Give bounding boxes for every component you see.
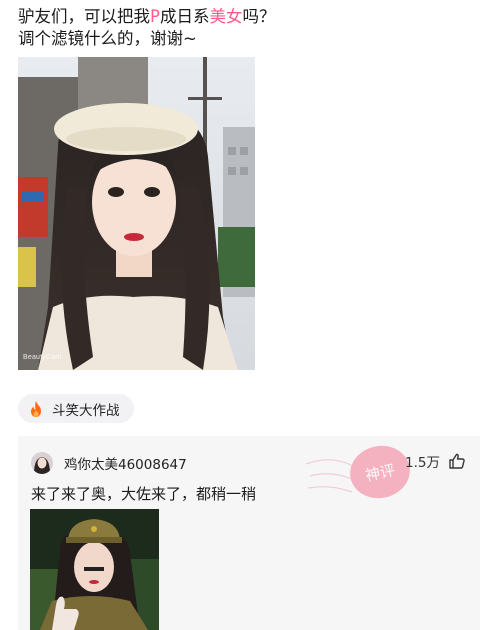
comment-username[interactable]: 鸡你太美46008647	[64, 453, 187, 473]
avatar[interactable]	[31, 452, 53, 474]
post-highlight-girl: 美女	[209, 7, 243, 26]
post-photo[interactable]: BeautyCam	[18, 57, 255, 370]
thumbs-up-icon[interactable]	[448, 452, 466, 470]
god-comment-badge: 神评	[305, 445, 410, 499]
post-text: 驴友们，可以把我P成日系美女吗？ 调个滤镜什么的，谢谢~	[18, 6, 488, 50]
post-text-segment: 成日系	[159, 7, 210, 26]
comment-likes: 1.5万	[405, 451, 466, 471]
comment-photo[interactable]	[30, 509, 159, 630]
post-text-line-2: 调个滤镜什么的，谢谢~	[18, 29, 197, 48]
post-text-segment: 吗？	[242, 7, 276, 26]
comment-text: 来了来了奥，大佐来了，都稍一稍	[31, 485, 257, 503]
topic-tag[interactable]: 斗笑大作战	[18, 394, 134, 423]
fire-icon	[28, 400, 44, 418]
post-highlight-p: P	[150, 7, 160, 26]
post-text-segment: 驴友们，可以把我	[18, 7, 150, 26]
photo-watermark: BeautyCam	[23, 354, 62, 361]
topic-label: 斗笑大作战	[52, 402, 120, 419]
post-text-line-1: 驴友们，可以把我P成日系美女吗？	[18, 6, 488, 28]
like-count: 1.5万	[405, 455, 440, 471]
comment-card: 神评 鸡你太美46008647 1.5万 来了来了奥，大佐来了，都稍一稍	[18, 436, 480, 630]
